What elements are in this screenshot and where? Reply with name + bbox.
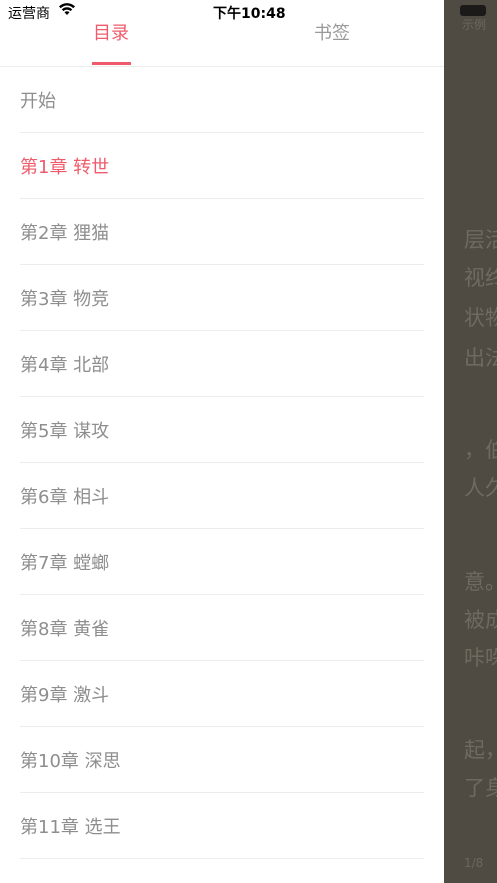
- status-bar: 运营商 下午10:48: [0, 0, 444, 22]
- chapter-item[interactable]: 第2章 狸猫: [20, 199, 424, 265]
- tab-table-of-contents[interactable]: 目录: [51, 22, 171, 66]
- chapter-item[interactable]: 第9章 激斗: [20, 661, 424, 727]
- reader-text-line: 被成: [464, 608, 497, 632]
- chapter-item[interactable]: 第4章 北部: [20, 331, 424, 397]
- chapter-item[interactable]: 第3章 物竞: [20, 265, 424, 331]
- chapter-item[interactable]: 第5章 谋攻: [20, 397, 424, 463]
- reader-text-line: 视终: [464, 266, 497, 290]
- reader-text-line: 咔哚: [464, 646, 497, 670]
- reader-text-line: 人久: [464, 476, 497, 500]
- chapter-item[interactable]: 第11章 选王: [20, 793, 424, 859]
- reader-text-line: 状物: [464, 306, 497, 330]
- tab-bar: 目录 书签: [0, 22, 444, 67]
- chapter-item[interactable]: 第10章 深思: [20, 727, 424, 793]
- chapter-item[interactable]: 第8章 黄雀: [20, 595, 424, 661]
- reader-header-text: 示例: [462, 18, 487, 32]
- toc-drawer: 运营商 下午10:48 目录 书签 开始 第1章 转世 第2章 狸猫 第3章 物…: [0, 0, 444, 883]
- battery-icon: [460, 5, 486, 16]
- tab-label: 目录: [93, 23, 129, 44]
- chapter-item-current[interactable]: 第1章 转世: [20, 133, 424, 199]
- page-indicator: 1/8: [464, 856, 484, 870]
- carrier-label: 运营商: [8, 6, 50, 22]
- chapter-item[interactable]: 第6章 相斗: [20, 463, 424, 529]
- reader-text-line: 了身: [464, 776, 497, 800]
- tab-label: 书签: [314, 23, 350, 44]
- reader-text-line: ，伯: [464, 438, 497, 462]
- active-tab-indicator: [92, 62, 131, 65]
- reader-text-line: 层活: [464, 228, 497, 252]
- tab-bookmarks[interactable]: 书签: [272, 22, 392, 66]
- reader-text-line: 起，: [464, 738, 497, 762]
- chapter-item[interactable]: 第7章 螳螂: [20, 529, 424, 595]
- chapter-item[interactable]: 开始: [20, 67, 424, 133]
- reader-text-line: 意。: [464, 570, 497, 594]
- reader-text-line: 出法: [464, 346, 497, 370]
- status-time: 下午10:48: [213, 6, 286, 22]
- wifi-icon: [58, 2, 76, 20]
- chapter-list: 开始 第1章 转世 第2章 狸猫 第3章 物竞 第4章 北部 第5章 谋攻 第6…: [20, 67, 424, 859]
